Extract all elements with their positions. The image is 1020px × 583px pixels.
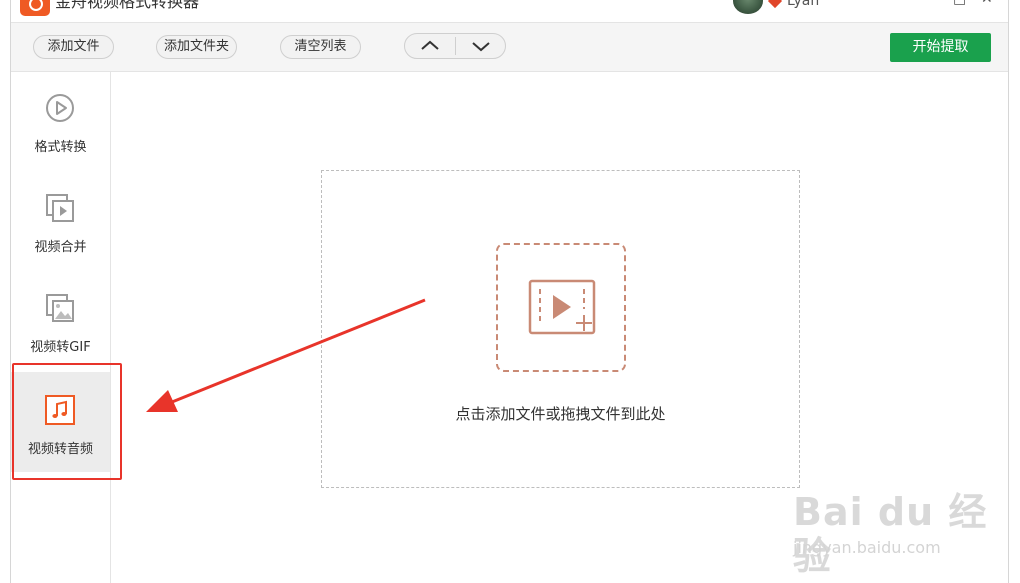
- chevron-down-icon: [472, 42, 490, 52]
- maximize-button[interactable]: □: [953, 0, 966, 7]
- sidebar-item-label: 格式转换: [34, 140, 87, 155]
- app-logo-icon: [20, 0, 50, 16]
- sidebar-item-video-merge[interactable]: 视频合并: [11, 172, 110, 272]
- toolbar: 添加文件 添加文件夹 清空列表 开始提取: [11, 22, 1008, 72]
- app-title: 金舟视频格式转换器: [55, 0, 200, 11]
- add-file-button[interactable]: 添加文件: [33, 35, 114, 59]
- drop-hint-text: 点击添加文件或拖拽文件到此处: [455, 405, 666, 423]
- minimize-button[interactable]: —: [905, 0, 919, 7]
- avatar[interactable]: [733, 0, 763, 14]
- sidebar-item-label: 视频合并: [34, 240, 87, 255]
- start-extract-button[interactable]: 开始提取: [890, 33, 991, 62]
- file-drop-zone[interactable]: 点击添加文件或拖拽文件到此处: [321, 170, 800, 488]
- add-video-button[interactable]: [496, 243, 626, 372]
- sidebar: 格式转换 视频合并 视频转GIF 视频转音频: [11, 72, 111, 583]
- app-window: 金舟视频格式转换器 Lyan — □ ✕ 添加文件 添加文件夹 清空列表 开始提…: [10, 0, 1009, 583]
- vip-badge-icon: [767, 0, 783, 9]
- sidebar-item-format-convert[interactable]: 格式转换: [11, 72, 110, 172]
- username[interactable]: Lyan: [787, 0, 819, 9]
- add-video-icon: [528, 279, 596, 335]
- chevron-up-icon: [421, 40, 439, 50]
- title-bar: 金舟视频格式转换器 Lyan — □ ✕: [11, 0, 1008, 22]
- sidebar-item-label: 视频转GIF: [30, 340, 91, 355]
- image-gif-icon: [46, 294, 74, 322]
- baidu-watermark: Bai du 经验 jingyan.baidu.com: [793, 470, 1003, 578]
- add-folder-button[interactable]: 添加文件夹: [156, 35, 237, 59]
- video-merge-icon: [46, 194, 74, 222]
- watermark-url: jingyan.baidu.com: [793, 538, 941, 557]
- move-up-button[interactable]: [405, 34, 455, 58]
- clear-list-button[interactable]: 清空列表: [280, 35, 361, 59]
- watermark-logo: Bai du 经验: [793, 490, 988, 578]
- play-circle-icon: [46, 94, 74, 122]
- close-button[interactable]: ✕: [981, 0, 993, 7]
- reorder-buttons: [404, 33, 506, 59]
- annotation-highlight-box: [12, 363, 122, 480]
- sidebar-item-video-to-gif[interactable]: 视频转GIF: [11, 272, 110, 372]
- move-down-button[interactable]: [456, 34, 506, 58]
